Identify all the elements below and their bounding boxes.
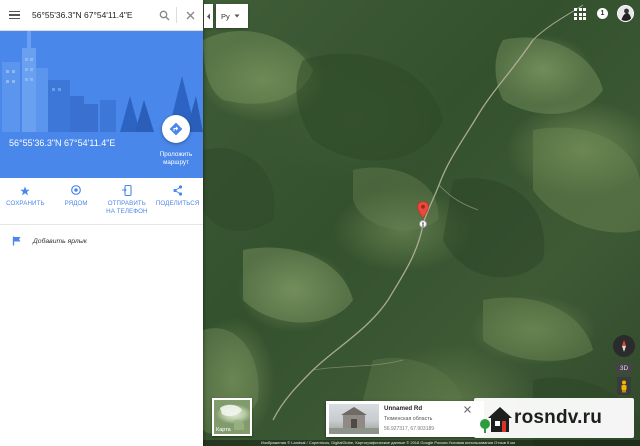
map-type-toggle[interactable]: Карта — [212, 398, 252, 436]
person-icon — [422, 221, 424, 227]
menu-icon[interactable] — [0, 0, 28, 31]
apps-grid-icon[interactable] — [574, 8, 586, 20]
street-view-close-button[interactable] — [461, 403, 473, 415]
language-selector[interactable]: Ру — [216, 4, 248, 28]
save-label: СОХРАНИТЬ — [6, 200, 45, 207]
notifications-badge[interactable]: 1 — [597, 8, 608, 19]
attribution-bar: Изображения © Landsat / Copernicus, Digi… — [203, 440, 640, 446]
language-value: Ру — [221, 11, 230, 21]
search-input[interactable]: 56°55'36.3"N 67°54'11.4"E — [28, 10, 152, 20]
street-view-coordinates: 56.927317, 67.903189 — [384, 426, 435, 432]
save-button[interactable]: СОХРАНИТЬ — [0, 178, 51, 224]
nearby-button[interactable]: РЯДОМ — [51, 178, 102, 224]
pegman-icon — [621, 380, 627, 392]
house-logo-icon — [480, 407, 512, 433]
street-view-point-marker[interactable] — [419, 220, 427, 228]
share-button[interactable]: ПОДЕЛИТЬСЯ — [152, 178, 203, 224]
compass-icon — [622, 340, 626, 352]
directions-label[interactable]: Проложить маршрут — [146, 151, 206, 167]
attribution-text: Изображения © Landsat / Copernicus, Digi… — [261, 440, 515, 445]
share-icon — [173, 185, 182, 196]
location-pin-icon[interactable] — [417, 201, 429, 219]
3d-view-button[interactable]: 3D — [616, 362, 632, 375]
street-view-title: Unnamed Rd — [384, 405, 423, 412]
action-bar: СОХРАНИТЬ РЯДОМ ОТПРАВИТЬ НА ТЕЛЕФОН ПОД… — [0, 178, 203, 225]
chevron-left-icon — [207, 13, 210, 19]
compass-button[interactable] — [613, 335, 635, 357]
send-to-phone-icon — [121, 185, 132, 196]
watermark-text: rosndv.ru — [514, 407, 603, 428]
place-panel: 56°55'36.3"N 67°54'11.4"E 56°55'36.3"N 6… — [0, 0, 203, 446]
chevron-down-icon — [234, 14, 240, 18]
add-label-text: Добавить ярлык — [33, 237, 87, 245]
directions-icon — [169, 122, 183, 136]
close-icon — [186, 11, 194, 19]
street-view-thumbnail[interactable] — [329, 404, 379, 434]
nearby-label: РЯДОМ — [64, 200, 88, 207]
flag-icon — [12, 236, 20, 246]
add-label-row[interactable]: Добавить ярлык — [0, 233, 203, 249]
send-to-phone-label-line1: ОТПРАВИТЬ — [107, 200, 146, 207]
place-title: 56°55'36.3"N 67°54'11.4"E — [9, 138, 116, 148]
clear-search-button[interactable] — [177, 0, 203, 31]
close-icon — [463, 405, 471, 413]
search-button[interactable] — [152, 0, 176, 31]
send-to-phone-label-line2: НА ТЕЛЕФОН — [106, 208, 148, 215]
street-view-region: Тюменская область — [384, 416, 433, 422]
search-box[interactable]: 56°55'36.3"N 67°54'11.4"E — [0, 0, 203, 31]
search-icon — [159, 10, 169, 20]
avatar[interactable] — [617, 5, 634, 22]
directions-label-line2: маршрут — [163, 159, 189, 166]
watermark: rosndv.ru — [474, 398, 634, 438]
nearby-icon — [71, 185, 82, 195]
collapse-panel-button[interactable] — [204, 4, 213, 28]
star-icon — [20, 186, 31, 195]
share-label: ПОДЕЛИТЬСЯ — [155, 200, 200, 207]
directions-label-line1: Проложить — [159, 151, 193, 158]
house-photo — [329, 407, 379, 434]
pegman-button[interactable] — [617, 377, 631, 395]
directions-button[interactable] — [162, 115, 190, 143]
minimap-label: Карта — [216, 427, 231, 433]
send-to-phone-button[interactable]: ОТПРАВИТЬ НА ТЕЛЕФОН — [102, 178, 153, 224]
